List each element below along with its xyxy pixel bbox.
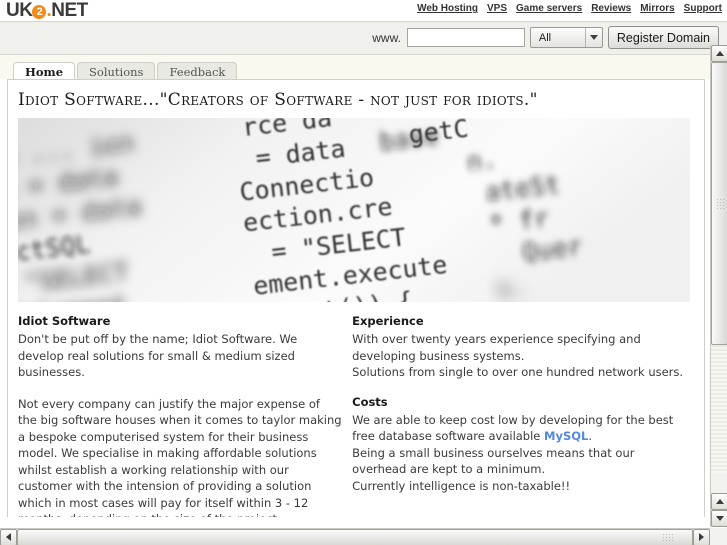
scroll-left-button[interactable] (0, 528, 17, 545)
top-navigation: Web Hosting VPS Game servers Reviews Mirrors… (408, 3, 722, 14)
vertical-scroll-track[interactable] (711, 62, 727, 473)
right-column: Experience With over twenty years experi… (352, 314, 690, 517)
arrow-down-icon (715, 516, 724, 521)
code-photo-banner: rce ... ion rce da ion on = data = data … (18, 118, 690, 302)
logo-circle-2: 2 (32, 5, 47, 19)
experience-line-2: Solutions from single to over one hundre… (352, 365, 684, 379)
horizontal-scroll-thumb[interactable] (17, 528, 693, 545)
arrow-up-icon (715, 51, 724, 56)
arrow-up-icon-bottom (715, 499, 724, 504)
domain-name-input[interactable] (406, 28, 525, 47)
vertical-scroll-buttons-bottom (711, 493, 727, 527)
banner-graphic: rce ... ion rce da ion on = data = data … (18, 118, 690, 302)
arrow-left-icon (6, 533, 11, 541)
nav-link-support[interactable]: Support (684, 3, 722, 14)
experience-title: Experience (352, 314, 424, 328)
costs-line-1-text-a: We are able to keep cost low by developi… (352, 412, 674, 444)
nav-link-vps[interactable]: VPS (487, 3, 507, 14)
mysql-link[interactable]: MySQL (544, 429, 588, 443)
page-headline: Idiot Software..."Creators of Software -… (18, 90, 538, 110)
left-column: Idiot Software Don't be put off by the n… (18, 314, 342, 517)
vertical-scrollbar[interactable] (710, 45, 727, 527)
costs-line-3: Currently intelligence is non-taxable!! (352, 478, 571, 493)
nav-link-mirrors[interactable]: Mirrors (640, 3, 674, 14)
vertical-scroll-thumb[interactable] (711, 62, 727, 345)
nav-link-game-servers[interactable]: Game servers (516, 3, 582, 14)
left-section-title: Idiot Software (18, 314, 111, 328)
costs-line-1-text-b: . (588, 429, 593, 443)
scrollbar-corner (710, 528, 727, 545)
horizontal-scrollbar[interactable] (0, 528, 710, 545)
costs-line-1: We are able to keep cost low by developi… (352, 412, 690, 445)
grip-dots-icon (716, 197, 725, 210)
scroll-up-button-bottom[interactable] (711, 493, 727, 510)
nav-link-web-hosting[interactable]: Web Hosting (417, 3, 478, 14)
experience-line-1: With over twenty years experience specif… (352, 332, 641, 363)
tab-strip: Home Solutions Feedback (0, 55, 727, 83)
tld-select[interactable]: All (529, 27, 603, 48)
register-domain-button[interactable]: Register Domain (607, 26, 719, 49)
two-column-body: Idiot Software Don't be put off by the n… (8, 302, 704, 517)
domain-search-controls: www. All Register Domain (372, 26, 719, 49)
scroll-right-button[interactable] (693, 528, 710, 545)
logo-suffix: NET (51, 0, 88, 21)
uk2-logo[interactable]: UK 2 .NET (6, 0, 88, 21)
left-paragraph-1: Don't be put off by the name; Idiot Soft… (18, 332, 298, 379)
arrow-right-icon (699, 533, 704, 541)
nav-link-reviews[interactable]: Reviews (591, 3, 631, 14)
costs-line-2: Being a small business ourselves means t… (352, 445, 635, 477)
scroll-up-button[interactable] (711, 45, 727, 62)
logo-prefix: UK (6, 0, 33, 21)
chevron-down-icon (584, 28, 602, 47)
site-header: UK 2 .NET Web Hosting VPS Game servers Review… (0, 0, 727, 22)
horizontal-scroll-track[interactable] (17, 528, 693, 545)
costs-title: Costs (352, 394, 388, 409)
tld-select-value: All (538, 31, 552, 44)
content-panel: Idiot Software..."Creators of Software -… (7, 79, 705, 517)
scroll-down-button[interactable] (711, 510, 727, 527)
www-prefix-label: www. (372, 30, 401, 45)
grip-dots-icon-horizontal (662, 533, 674, 542)
browser-page: UK 2 .NET Web Hosting VPS Game servers Review… (0, 0, 727, 545)
left-paragraph-2: Not every company can justify the major … (18, 396, 342, 518)
domain-search-bar: www. All Register Domain (0, 22, 727, 55)
